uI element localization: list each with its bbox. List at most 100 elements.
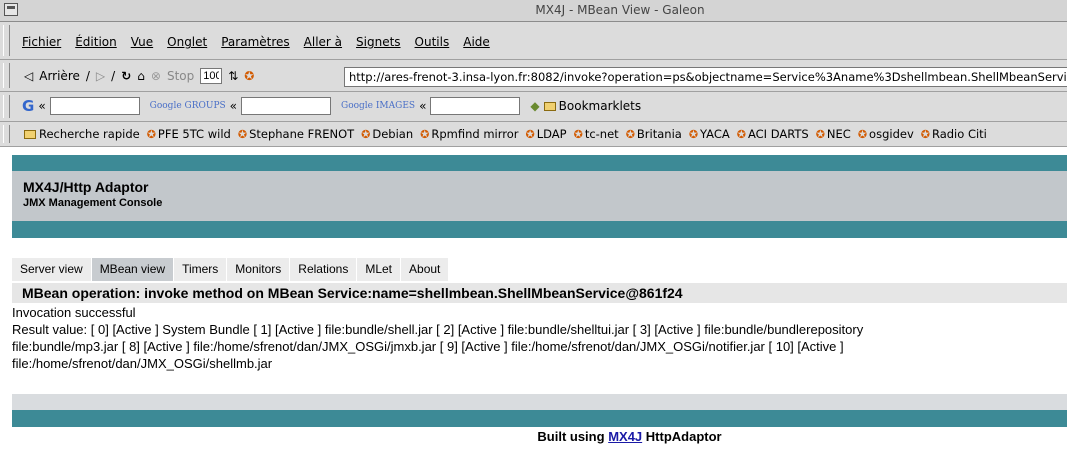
bookmark-label: PFE 5TC wild: [157, 127, 231, 141]
search-arrow[interactable]: «: [38, 99, 45, 113]
stop-icon[interactable]: ⊗: [151, 69, 161, 83]
bookmark-item[interactable]: ✪ Stephane FRENOT: [238, 127, 354, 141]
bookmark-label: Britania: [636, 127, 682, 141]
menu-item[interactable]: Onglet: [167, 35, 207, 49]
toolbar-grip-icon[interactable]: [3, 63, 10, 88]
back-history-icon[interactable]: /: [86, 69, 90, 83]
reload-icon[interactable]: ↻: [121, 69, 131, 83]
bookmark-label: YACA: [700, 127, 730, 141]
page-content: MX4J/Http Adaptor JMX Management Console…: [12, 151, 1067, 469]
bookmark-item[interactable]: ✪ osgidev: [858, 127, 914, 141]
stop-button[interactable]: Stop: [167, 69, 194, 83]
menu-item[interactable]: Aide: [463, 35, 490, 49]
window-title: MX4J - MBean View - Galeon: [535, 3, 705, 17]
footer-credit: Built using MX4J HttpAdaptor: [12, 429, 1067, 444]
navigation-toolbar: ◁ Arrière / ▷ / ↻ ⌂ ⊗ Stop ⇅ ✪ http://ar…: [0, 60, 1067, 92]
site-icon: ✪: [244, 69, 255, 83]
bookmark-icon: ✪: [573, 127, 583, 141]
bookmark-item[interactable]: ✪ tc-net: [574, 127, 619, 141]
footer-pre-text: Built using: [537, 429, 605, 444]
tab-mbean-view[interactable]: MBean view: [91, 258, 174, 281]
tab-timers[interactable]: Timers: [174, 258, 227, 281]
bookmark-item[interactable]: ✪ LDAP: [526, 127, 567, 141]
bookmark-item[interactable]: ✪ Radio Citi: [921, 127, 987, 141]
google-groups-logo[interactable]: Google GROUPS: [150, 101, 226, 111]
footer-post-text: HttpAdaptor: [645, 429, 722, 444]
bookmarks-toolbar: Recherche rapide ✪ PFE 5TC wild ✪ Stephane F…: [0, 122, 1067, 147]
bookmark-item[interactable]: Recherche rapide: [24, 127, 140, 141]
google-icon[interactable]: G: [22, 97, 34, 115]
bookmark-label: Rpmfind mirror: [431, 127, 519, 141]
menu-bar: Fichier Édition Vue Onglet Paramètres Aller à…: [0, 22, 1067, 60]
bookmark-icon: ✪: [420, 127, 430, 141]
back-arrow-icon[interactable]: ◁: [24, 69, 33, 83]
bookmark-icon: ✪: [361, 127, 371, 141]
tab-mlet[interactable]: MLet: [357, 258, 401, 281]
toolbar-grip-icon[interactable]: [3, 125, 10, 143]
bookmarklets-folder[interactable]: Bookmarklets: [559, 99, 641, 113]
bookmark-item[interactable]: ✪ Rpmfind mirror: [420, 127, 518, 141]
groups-search-arrow[interactable]: «: [230, 99, 237, 113]
bookmark-icon: ✪: [815, 127, 825, 141]
bookmark-icon: ✪: [920, 127, 930, 141]
groups-search-input[interactable]: [241, 97, 332, 115]
menu-item[interactable]: Outils: [415, 35, 450, 49]
tab-monitors[interactable]: Monitors: [227, 258, 290, 281]
back-button[interactable]: Arrière: [39, 69, 80, 83]
search-toolbar: G « Google GROUPS « Google IMAGES « ◆ Bo…: [0, 92, 1067, 122]
header-bottom-band: [12, 221, 1067, 238]
bookmarklets-diamond-icon[interactable]: ◆: [530, 99, 539, 113]
bookmark-icon: ✪: [146, 127, 156, 141]
bookmark-label: Recherche rapide: [39, 127, 140, 141]
bookmark-item[interactable]: ✪ NEC: [816, 127, 851, 141]
page-subtitle: JMX Management Console: [23, 197, 163, 209]
bookmark-icon: ✪: [736, 127, 746, 141]
bookmark-icon: ✪: [857, 127, 868, 141]
page-title: MX4J/Http Adaptor: [23, 179, 149, 195]
result-line: file:bundle/mp3.jar [ 8] [Active ] file:…: [12, 339, 844, 354]
images-search-arrow[interactable]: «: [419, 99, 426, 113]
menu-item[interactable]: Fichier: [22, 35, 61, 49]
tab-about[interactable]: About: [401, 258, 449, 281]
bookmark-label: osgidev: [869, 127, 914, 141]
forward-arrow-icon[interactable]: ▷: [96, 69, 105, 83]
home-icon[interactable]: ⌂: [137, 69, 145, 83]
bookmark-icon: ✪: [625, 127, 635, 141]
menu-item[interactable]: Édition: [75, 35, 117, 49]
footer-teal-band: [12, 410, 1067, 427]
bookmark-item[interactable]: ✪ ACI DARTS: [737, 127, 809, 141]
window-titlebar: MX4J - MBean View - Galeon: [0, 0, 1067, 22]
google-search-input[interactable]: [49, 97, 140, 115]
bookmark-label: tc-net: [584, 127, 619, 141]
bookmark-item[interactable]: ✪ Debian: [361, 127, 413, 141]
images-search-input[interactable]: [430, 97, 521, 115]
bookmark-item[interactable]: ✪ Britania: [626, 127, 682, 141]
header-band: [12, 171, 1067, 221]
bookmark-item[interactable]: ✪ YACA: [689, 127, 730, 141]
folder-icon: [543, 101, 556, 111]
bookmark-icon: ✪: [237, 127, 248, 141]
status-text: Invocation successful: [12, 305, 136, 320]
forward-history-icon[interactable]: /: [111, 69, 115, 83]
zoom-stepper-icon[interactable]: ⇅: [228, 69, 238, 83]
toolbar-grip-icon[interactable]: [3, 95, 10, 118]
menu-item[interactable]: Aller à: [304, 35, 342, 49]
tab-relations[interactable]: Relations: [290, 258, 357, 281]
bookmark-label: LDAP: [536, 127, 567, 141]
url-field[interactable]: http://ares-frenot-3.insa-lyon.fr:8082/i…: [344, 67, 1067, 87]
google-images-logo[interactable]: Google IMAGES: [341, 101, 415, 111]
bookmark-icon: ✪: [688, 127, 699, 141]
bookmark-item[interactable]: ✪ PFE 5TC wild: [147, 127, 231, 141]
menu-item[interactable]: Vue: [131, 35, 153, 49]
mx4j-link[interactable]: MX4J: [608, 429, 642, 444]
result-line: file:/home/sfrenot/dan/JMX_OSGi/shellmb.…: [12, 356, 273, 371]
tab-server-view[interactable]: Server view: [12, 258, 91, 281]
header-top-band: [12, 155, 1067, 171]
toolbar-grip-icon[interactable]: [3, 25, 10, 56]
zoom-input[interactable]: [200, 68, 223, 84]
menu-item[interactable]: Signets: [356, 35, 401, 49]
menu-item[interactable]: Paramètres: [221, 35, 289, 49]
result-block: Invocation successful Result value: [ 0]…: [12, 304, 863, 372]
bookmark-label: NEC: [826, 127, 851, 141]
bookmark-label: Stephane FRENOT: [249, 127, 355, 141]
